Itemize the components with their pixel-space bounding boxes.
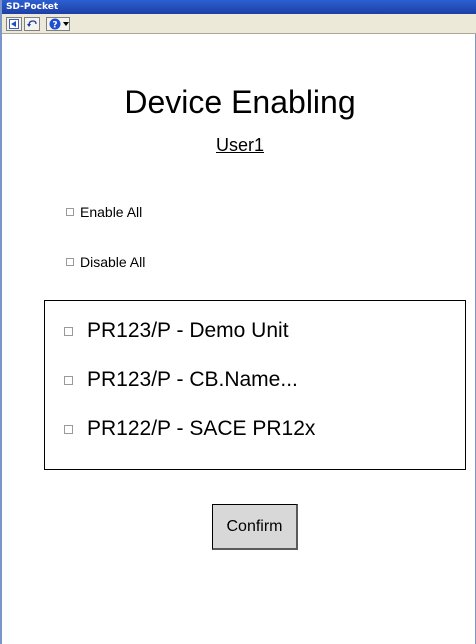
- device-label: PR122/P - SACE PR12x: [87, 417, 316, 440]
- device-item[interactable]: PR122/P - SACE PR12x: [64, 417, 315, 441]
- main-content: Device Enabling User1 Enable All Disable…: [2, 34, 476, 644]
- checkbox-box[interactable]: [66, 258, 74, 266]
- toolbar: ?: [2, 14, 476, 34]
- disable-all-label: Disable All: [80, 254, 146, 270]
- checkbox-box[interactable]: [64, 375, 73, 385]
- device-list-box: PR123/P - Demo Unit PR123/P - CB.Name...…: [44, 300, 466, 470]
- device-label: PR123/P - Demo Unit: [87, 319, 289, 342]
- device-item[interactable]: PR123/P - CB.Name...: [64, 368, 298, 392]
- help-icon: ?: [49, 18, 61, 30]
- dropdown-arrow-icon: [63, 22, 69, 26]
- app-window: SD-Pocket ? Device Enabling User1 Enable…: [0, 0, 476, 644]
- undo-button[interactable]: [24, 17, 40, 31]
- confirm-button[interactable]: Confirm: [212, 504, 298, 550]
- back-button[interactable]: [6, 17, 22, 31]
- back-icon: [9, 19, 19, 29]
- enable-all-checkbox[interactable]: Enable All: [66, 204, 142, 220]
- page-title: Device Enabling: [124, 84, 356, 120]
- help-button[interactable]: ?: [46, 17, 70, 31]
- svg-text:?: ?: [52, 20, 57, 30]
- disable-all-checkbox[interactable]: Disable All: [66, 254, 145, 270]
- title-bar: SD-Pocket: [2, 0, 476, 14]
- device-item[interactable]: PR123/P - Demo Unit: [64, 319, 289, 343]
- checkbox-box[interactable]: [66, 208, 74, 216]
- user-name: User1: [215, 135, 264, 155]
- enable-all-label: Enable All: [80, 204, 143, 220]
- undo-icon: [27, 20, 37, 27]
- checkbox-box[interactable]: [64, 424, 73, 434]
- device-label: PR123/P - CB.Name...: [87, 368, 298, 391]
- checkbox-box[interactable]: [64, 326, 73, 336]
